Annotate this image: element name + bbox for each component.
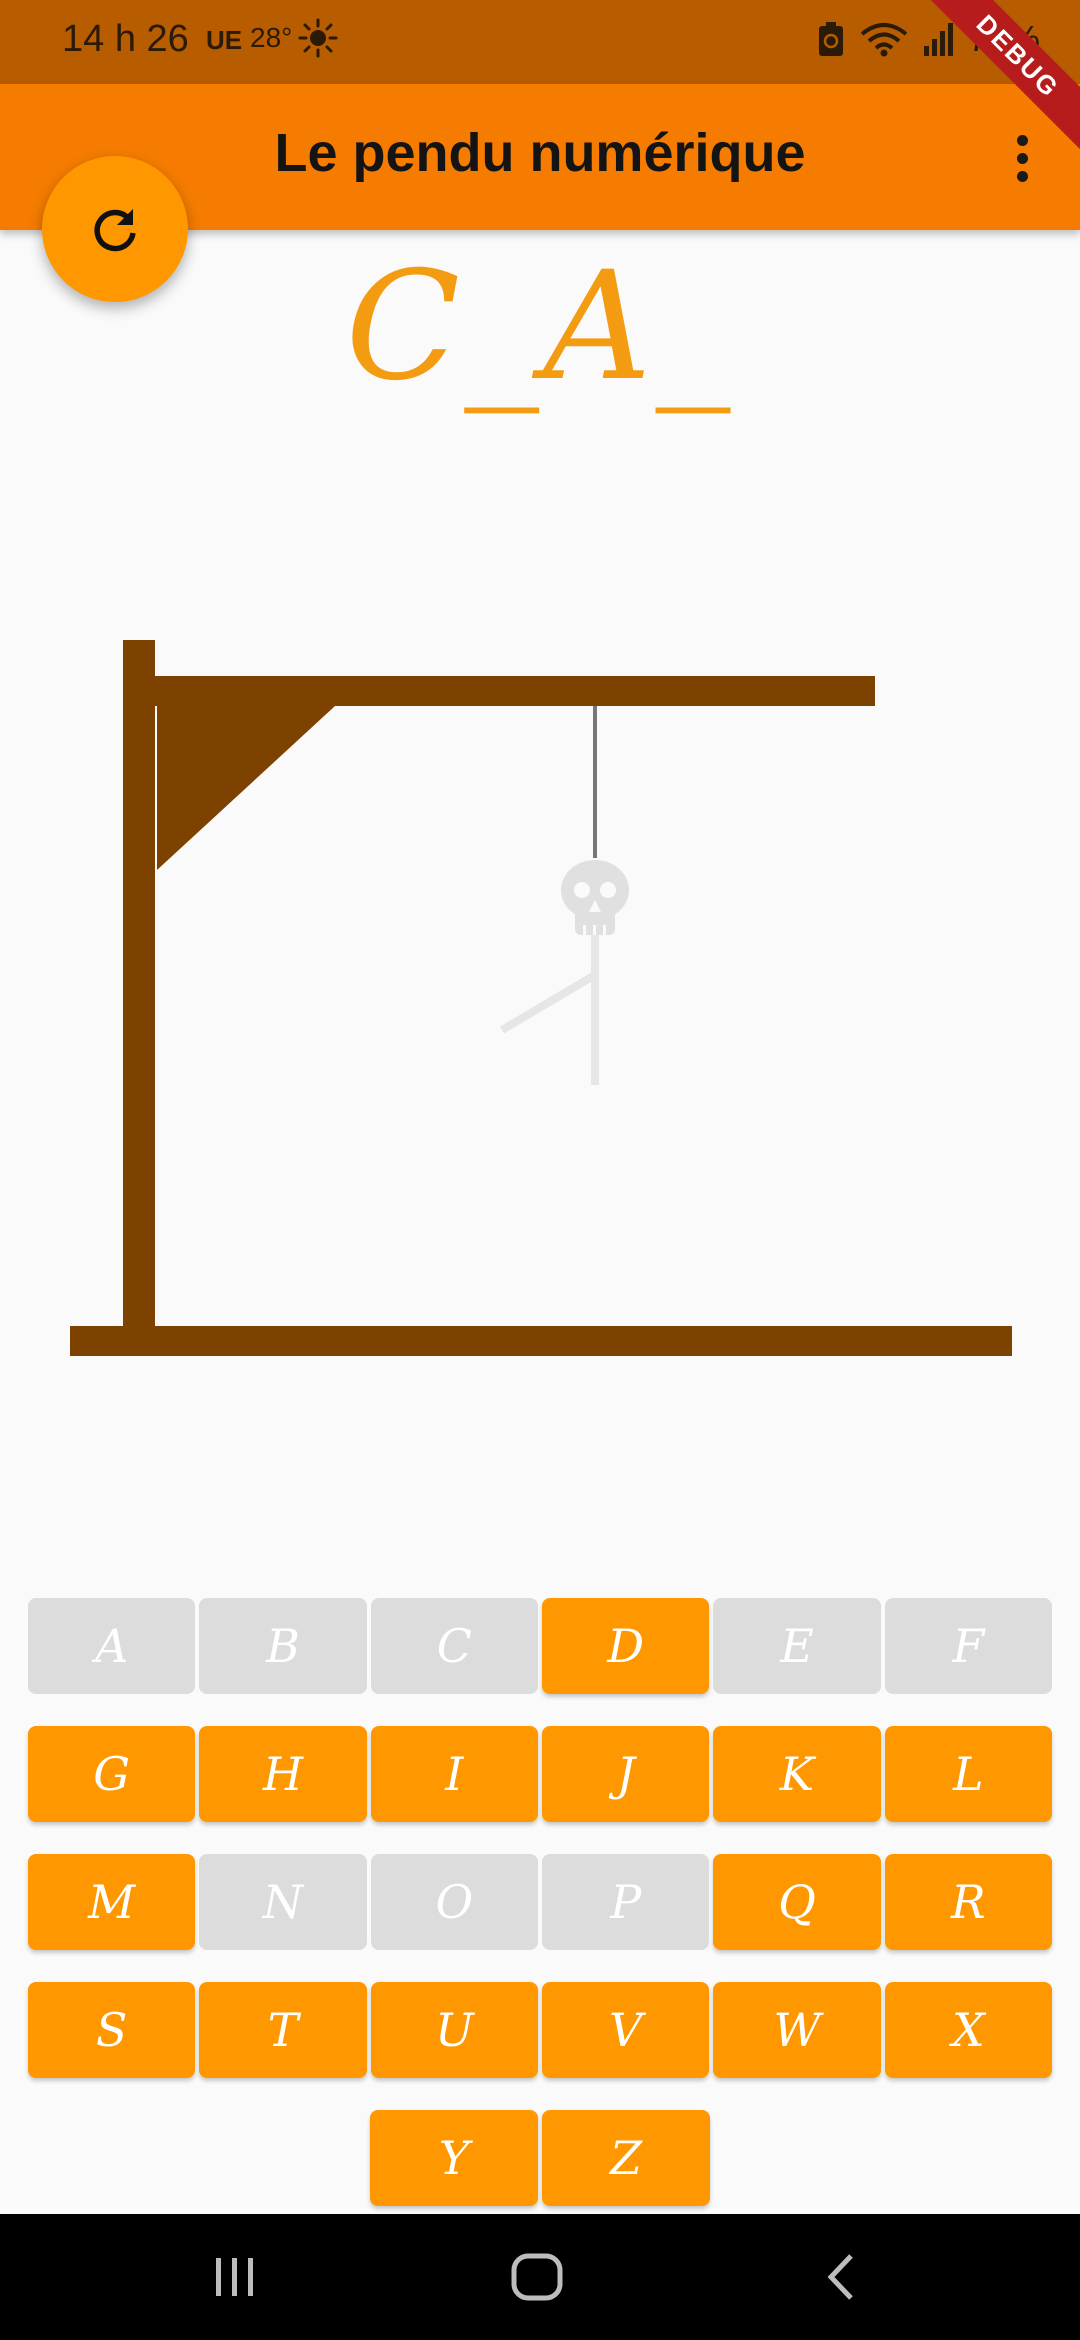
key-p: P xyxy=(542,1854,710,1950)
battery-saver-icon xyxy=(818,22,843,56)
home-icon xyxy=(511,2253,563,2301)
key-e: E xyxy=(713,1598,881,1694)
key-y[interactable]: Y xyxy=(370,2110,538,2206)
key-d[interactable]: D xyxy=(542,1598,710,1694)
key-k[interactable]: K xyxy=(713,1726,881,1822)
back-icon xyxy=(827,2254,853,2300)
gallows-post xyxy=(123,640,155,1330)
keyboard-row: GHIJKL xyxy=(28,1726,1052,1822)
key-z[interactable]: Z xyxy=(542,2110,710,2206)
key-c: C xyxy=(370,1598,538,1694)
rope xyxy=(593,706,597,858)
refresh-button[interactable] xyxy=(42,156,188,302)
key-v[interactable]: V xyxy=(542,1982,710,2078)
key-u[interactable]: U xyxy=(370,1982,538,2078)
keyboard-row: ABCDEF xyxy=(28,1598,1052,1694)
recents-button[interactable] xyxy=(200,2246,270,2308)
sun-icon xyxy=(298,18,338,58)
letter-keyboard: ABCDEF GHIJKL MNOPQR STUVWX YZ xyxy=(28,1598,1052,2238)
key-o: O xyxy=(370,1854,538,1950)
home-button[interactable] xyxy=(502,2246,572,2308)
skull-icon xyxy=(561,860,629,935)
key-n: N xyxy=(199,1854,367,1950)
more-vert-icon[interactable] xyxy=(988,124,1056,192)
key-i[interactable]: I xyxy=(370,1726,538,1822)
gallows-base xyxy=(70,1326,1012,1356)
refresh-icon xyxy=(94,209,136,252)
wifi-icon xyxy=(860,23,908,57)
key-f: F xyxy=(884,1598,1052,1694)
key-r[interactable]: R xyxy=(884,1854,1052,1950)
key-t[interactable]: T xyxy=(199,1982,367,2078)
key-j[interactable]: J xyxy=(542,1726,710,1822)
gallows-drawing xyxy=(70,640,1012,1356)
navigation-bar xyxy=(0,2214,1080,2340)
status-bar: 14 h 26 UE 28° xyxy=(0,0,1080,84)
hangman-left-arm xyxy=(499,971,598,1034)
keyboard-row: STUVWX xyxy=(28,1982,1052,2078)
status-time: 14 h 26 xyxy=(62,18,189,60)
key-a: A xyxy=(28,1598,196,1694)
status-temperature: 28° xyxy=(250,22,293,53)
key-h[interactable]: H xyxy=(199,1726,367,1822)
back-button[interactable] xyxy=(806,2246,876,2308)
key-m[interactable]: M xyxy=(28,1854,196,1950)
recents-icon xyxy=(216,2258,253,2296)
key-w[interactable]: W xyxy=(713,1982,881,2078)
key-l[interactable]: L xyxy=(884,1726,1052,1822)
status-carrier: UE xyxy=(206,25,243,55)
keyboard-row: MNOPQR xyxy=(28,1854,1052,1950)
key-b: B xyxy=(199,1598,367,1694)
keyboard-row: YZ xyxy=(28,2110,1052,2206)
key-g[interactable]: G xyxy=(28,1726,196,1822)
gallows-brace xyxy=(157,680,335,870)
key-x[interactable]: X xyxy=(884,1982,1052,2078)
key-q[interactable]: Q xyxy=(713,1854,881,1950)
key-s[interactable]: S xyxy=(28,1982,196,2078)
signal-icon xyxy=(923,23,953,56)
